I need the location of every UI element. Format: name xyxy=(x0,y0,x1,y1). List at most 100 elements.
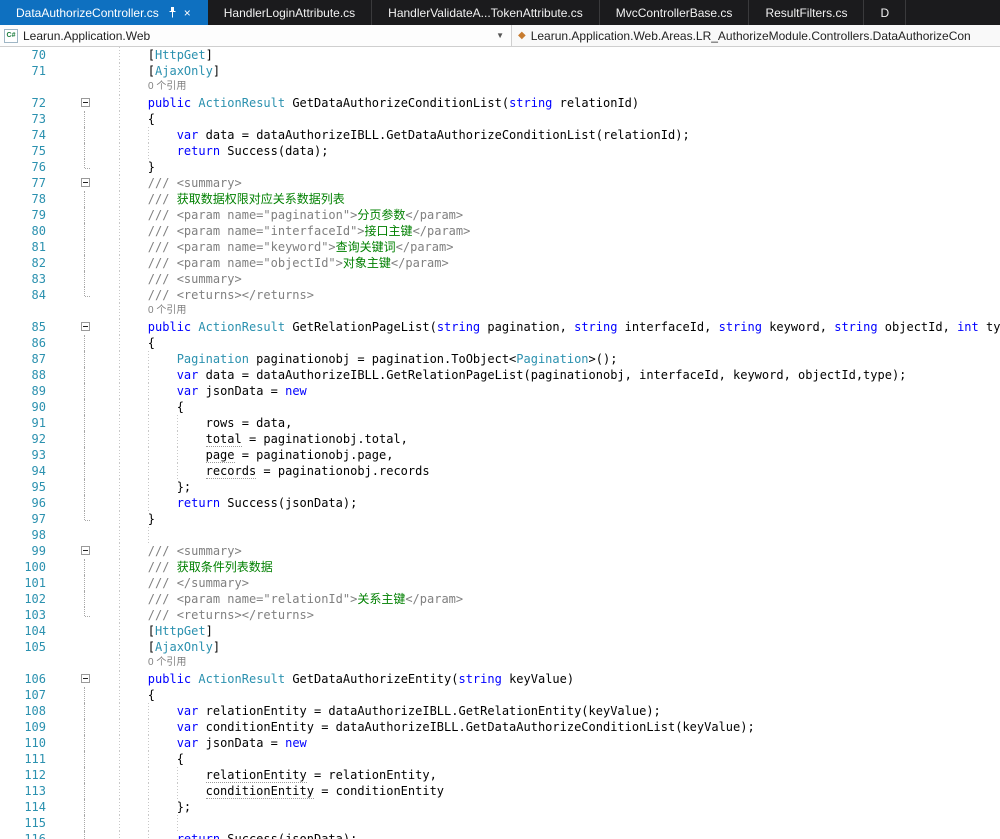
code-text[interactable]: [AjaxOnly] xyxy=(90,639,1000,655)
code-text[interactable]: page = paginationobj.page, xyxy=(90,447,1000,463)
code-text[interactable]: return Success(jsonData); xyxy=(90,495,1000,511)
code-text[interactable]: /// <param name="relationId">关系主键</param… xyxy=(90,591,1000,607)
fold-guide xyxy=(84,143,85,159)
fold-guide xyxy=(84,431,85,447)
line-number xyxy=(0,655,50,671)
fold-guide xyxy=(84,351,85,367)
code-editor[interactable]: 70 [HttpGet] 71 [AjaxOnly] 0 个引用 72 public … xyxy=(0,47,1000,839)
collapse-icon[interactable] xyxy=(81,98,90,107)
code-text[interactable]: total = paginationobj.total, xyxy=(90,431,1000,447)
fold-margin xyxy=(50,543,90,559)
code-text[interactable]: public ActionResult GetDataAuthorizeCond… xyxy=(90,95,1000,111)
code-line: 73 { xyxy=(0,111,1000,127)
code-text[interactable]: relationEntity = relationEntity, xyxy=(90,767,1000,783)
code-text[interactable]: }; xyxy=(90,479,1000,495)
line-number: 84 xyxy=(31,288,46,302)
code-text[interactable]: [HttpGet] xyxy=(90,623,1000,639)
fold-margin xyxy=(50,303,90,319)
tab-mvccontrollerbase-cs[interactable]: MvcControllerBase.cs xyxy=(600,0,750,25)
fold-margin xyxy=(50,799,90,815)
code-text[interactable]: conditionEntity = conditionEntity xyxy=(90,783,1000,799)
code-text[interactable]: [AjaxOnly] xyxy=(90,63,1000,79)
collapse-icon[interactable] xyxy=(81,674,90,683)
code-text[interactable]: /// <param name="objectId">对象主键</param> xyxy=(90,255,1000,271)
code-text[interactable]: var data = dataAuthorizeIBLL.GetDataAuth… xyxy=(90,127,1000,143)
code-text[interactable]: [HttpGet] xyxy=(90,47,1000,63)
code-text[interactable] xyxy=(90,815,1000,831)
tab-d[interactable]: D xyxy=(864,0,907,25)
code-text[interactable]: /// <param name="keyword">查询关键词</param> xyxy=(90,239,1000,255)
code-line: 85 public ActionResult GetRelationPageLi… xyxy=(0,319,1000,335)
fold-guide xyxy=(84,495,85,511)
pin-icon[interactable] xyxy=(168,7,177,18)
code-text[interactable]: var relationEntity = dataAuthorizeIBLL.G… xyxy=(90,703,1000,719)
tab-handlerloginattribute-cs[interactable]: HandlerLoginAttribute.cs xyxy=(208,0,373,25)
line-number: 108 xyxy=(24,704,46,718)
codelens-references[interactable]: 0 个引用 xyxy=(90,303,1000,319)
code-line: 72 public ActionResult GetDataAuthorizeC… xyxy=(0,95,1000,111)
fold-guide xyxy=(84,719,85,735)
collapse-icon[interactable] xyxy=(81,322,90,331)
fold-guide xyxy=(84,607,90,617)
code-text[interactable]: { xyxy=(90,399,1000,415)
code-text[interactable]: /// <param name="interfaceId">接口主键</para… xyxy=(90,223,1000,239)
chevron-down-icon[interactable]: ▼ xyxy=(496,31,507,40)
code-line: 92 total = paginationobj.total, xyxy=(0,431,1000,447)
code-text[interactable]: var data = dataAuthorizeIBLL.GetRelation… xyxy=(90,367,1000,383)
project-dropdown[interactable]: C# Learun.Application.Web ▼ xyxy=(0,25,512,46)
line-number: 101 xyxy=(24,576,46,590)
code-text[interactable]: /// <summary> xyxy=(90,175,1000,191)
code-text[interactable]: /// <summary> xyxy=(90,271,1000,287)
close-icon[interactable]: × xyxy=(184,7,191,19)
code-text[interactable]: { xyxy=(90,111,1000,127)
fold-margin xyxy=(50,751,90,767)
code-text[interactable]: public ActionResult GetRelationPageList(… xyxy=(90,319,1000,335)
type-dropdown[interactable]: ◆ Learun.Application.Web.Areas.LR_Author… xyxy=(512,25,1000,46)
code-text[interactable]: } xyxy=(90,511,1000,527)
fold-margin xyxy=(50,815,90,831)
code-text[interactable]: { xyxy=(90,687,1000,703)
line-number: 115 xyxy=(24,816,46,830)
collapse-icon[interactable] xyxy=(81,546,90,555)
code-lines: 70 [HttpGet] 71 [AjaxOnly] 0 个引用 72 public … xyxy=(0,47,1000,839)
code-text[interactable]: { xyxy=(90,335,1000,351)
code-text[interactable]: /// <returns></returns> xyxy=(90,607,1000,623)
fold-margin xyxy=(50,175,90,191)
tab-handlervalidatea-tokenattribute-cs[interactable]: HandlerValidateA...TokenAttribute.cs xyxy=(372,0,600,25)
code-text[interactable]: public ActionResult GetDataAuthorizeEnti… xyxy=(90,671,1000,687)
code-text[interactable] xyxy=(90,527,1000,543)
code-text[interactable]: /// <returns></returns> xyxy=(90,287,1000,303)
code-text[interactable]: /// </summary> xyxy=(90,575,1000,591)
code-text[interactable]: /// <summary> xyxy=(90,543,1000,559)
tab-resultfilters-cs[interactable]: ResultFilters.cs xyxy=(749,0,865,25)
tab-dataauthorizecontroller-cs[interactable]: DataAuthorizeController.cs × xyxy=(0,0,208,25)
code-text[interactable]: return Success(data); xyxy=(90,143,1000,159)
collapse-icon[interactable] xyxy=(81,178,90,187)
code-text[interactable]: var conditionEntity = dataAuthorizeIBLL.… xyxy=(90,719,1000,735)
code-text[interactable]: /// 获取数据权限对应关系数据列表 xyxy=(90,191,1000,207)
code-line: 109 var conditionEntity = dataAuthorizeI… xyxy=(0,719,1000,735)
code-text[interactable]: var jsonData = new xyxy=(90,383,1000,399)
line-number: 105 xyxy=(24,640,46,654)
line-number: 73 xyxy=(31,112,46,126)
class-icon: ◆ xyxy=(518,29,526,41)
code-text[interactable]: }; xyxy=(90,799,1000,815)
fold-margin xyxy=(50,287,90,303)
codelens-references[interactable]: 0 个引用 xyxy=(90,655,1000,671)
code-text[interactable]: } xyxy=(90,159,1000,175)
code-text[interactable]: /// 获取条件列表数据 xyxy=(90,559,1000,575)
code-text[interactable]: records = paginationobj.records xyxy=(90,463,1000,479)
code-text[interactable]: var jsonData = new xyxy=(90,735,1000,751)
code-text[interactable]: /// <param name="pagination">分页参数</param… xyxy=(90,207,1000,223)
fold-margin xyxy=(50,495,90,511)
codelens-references[interactable]: 0 个引用 xyxy=(90,79,1000,95)
code-text[interactable]: { xyxy=(90,751,1000,767)
fold-margin xyxy=(50,143,90,159)
tab-label: MvcControllerBase.cs xyxy=(615,5,733,20)
code-text[interactable]: rows = data, xyxy=(90,415,1000,431)
code-text[interactable]: return Success(jsonData); xyxy=(90,831,1000,839)
code-line: 86 { xyxy=(0,335,1000,351)
tab-label: HandlerValidateA...TokenAttribute.cs xyxy=(388,5,583,20)
code-line: 74 var data = dataAuthorizeIBLL.GetDataA… xyxy=(0,127,1000,143)
code-text[interactable]: Pagination paginationobj = pagination.To… xyxy=(90,351,1000,367)
